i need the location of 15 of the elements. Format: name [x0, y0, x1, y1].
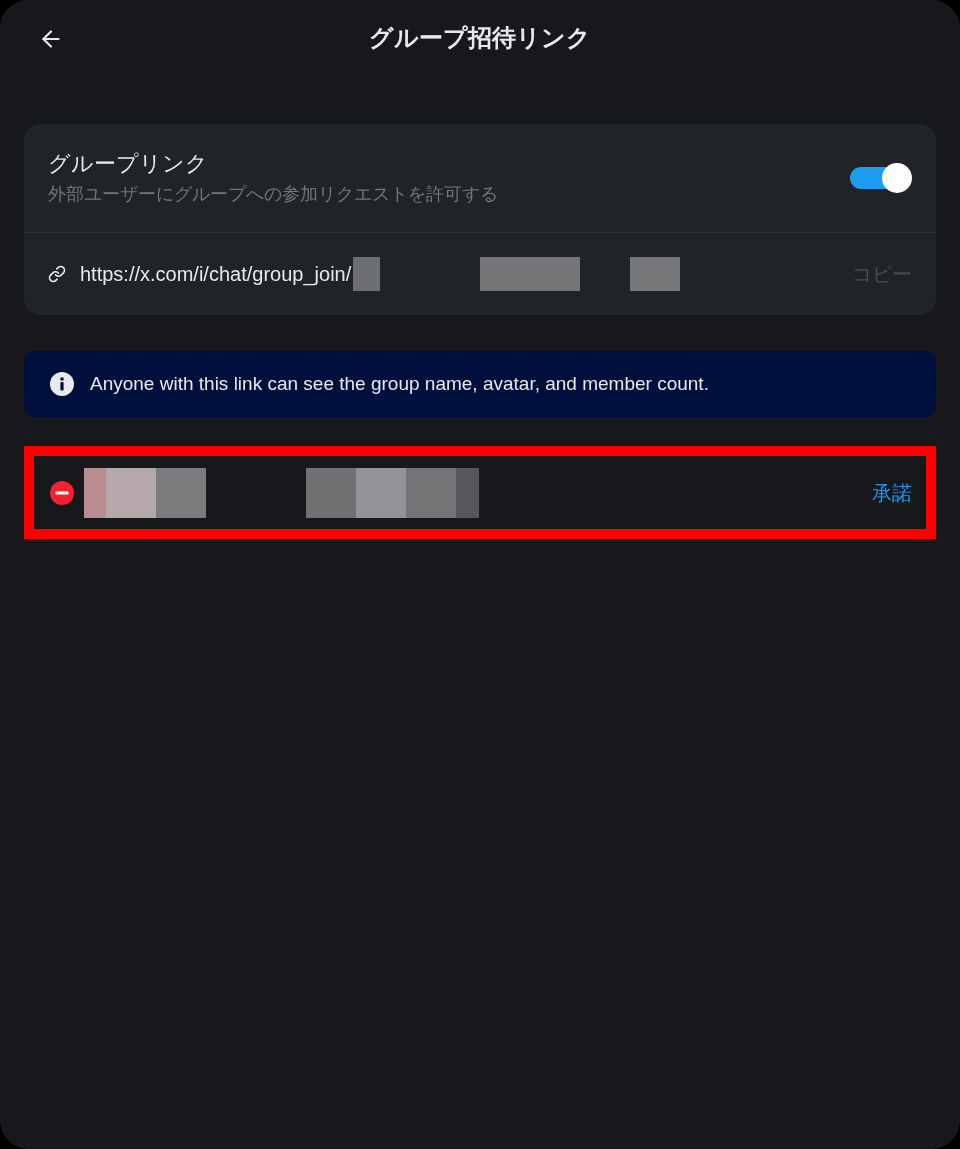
redacted-block	[156, 467, 206, 518]
info-icon	[50, 372, 74, 396]
group-link-description: 外部ユーザーにグループへの参加リクエストを許可する	[48, 183, 499, 206]
invite-url: https://x.com/i/chat/group_join/	[80, 262, 352, 288]
accept-button[interactable]: 承諾	[872, 477, 912, 508]
group-link-title: グループリンク	[48, 150, 209, 178]
reject-icon[interactable]	[50, 480, 74, 505]
redacted-block	[630, 257, 681, 291]
toggle-switch[interactable]	[850, 162, 912, 194]
page-title: グループ招待リンク	[369, 26, 591, 50]
link-icon	[48, 265, 66, 283]
info-text: Anyone with this link can see the group name, avatar, and member count.	[90, 371, 709, 396]
redacted-block	[356, 467, 406, 518]
redacted-block	[306, 467, 356, 518]
redacted-block	[353, 257, 381, 291]
